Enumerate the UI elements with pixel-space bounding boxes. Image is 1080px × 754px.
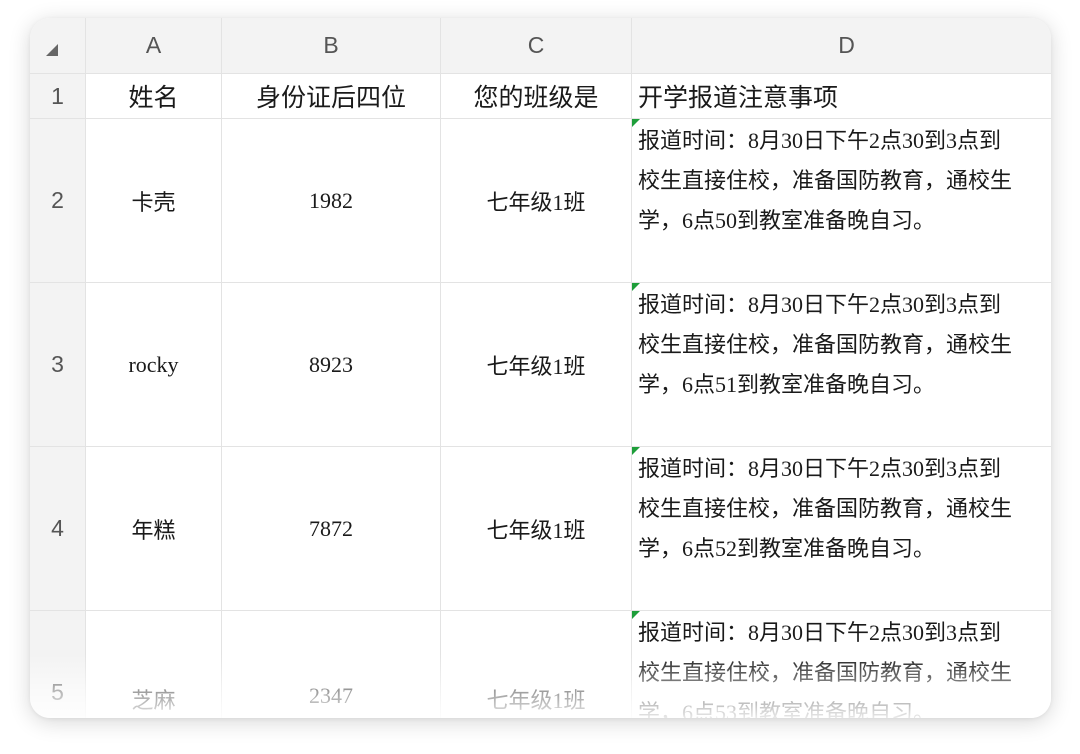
comment-flag-icon — [632, 611, 640, 619]
row-header-1[interactable]: 1 — [30, 74, 86, 119]
select-all-corner[interactable] — [30, 18, 86, 74]
cell-d5-notes[interactable]: 报道时间：8月30日下午2点30到3点到 校生直接住校，准备国防教育，通校生 学… — [632, 611, 1051, 718]
notes-line: 报道时间：8月30日下午2点30到3点到 — [638, 456, 1002, 481]
comment-flag-icon — [632, 119, 640, 127]
cell-b3-id[interactable]: 8923 — [222, 283, 441, 447]
row-header-3[interactable]: 3 — [30, 283, 86, 447]
notes-line: 校生直接住校，准备国防教育，通校生 — [638, 168, 1013, 193]
cell-c4-class[interactable]: 七年级1班 — [441, 447, 632, 611]
cell-a3-name[interactable]: rocky — [86, 283, 222, 447]
select-all-triangle-icon — [46, 44, 58, 56]
notes-line: 学，6点53到教室准备晚自习。 — [638, 700, 936, 718]
cell-b5-id[interactable]: 2347 — [222, 611, 441, 718]
notes-line: 报道时间：8月30日下午2点30到3点到 — [638, 292, 1002, 317]
column-header-a[interactable]: A — [86, 18, 222, 74]
cell-b2-id[interactable]: 1982 — [222, 119, 441, 283]
comment-flag-icon — [632, 283, 640, 291]
column-header-d[interactable]: D — [632, 18, 1051, 74]
notes-line: 报道时间：8月30日下午2点30到3点到 — [638, 128, 1002, 153]
cell-d4-notes[interactable]: 报道时间：8月30日下午2点30到3点到 校生直接住校，准备国防教育，通校生 学… — [632, 447, 1051, 611]
cell-a2-name[interactable]: 卡壳 — [86, 119, 222, 283]
notes-text: 报道时间：8月30日下午2点30到3点到 校生直接住校，准备国防教育，通校生 学… — [632, 283, 1051, 405]
notes-line: 校生直接住校，准备国防教育，通校生 — [638, 496, 1013, 521]
spreadsheet-grid: A B C D 1 姓名 身份证后四位 您的班级是 开学报道注意事项 2 卡壳 … — [30, 18, 1051, 718]
notes-line: 报道时间：8月30日下午2点30到3点到 — [638, 620, 1002, 645]
notes-text: 报道时间：8月30日下午2点30到3点到 校生直接住校，准备国防教育，通校生 学… — [632, 447, 1051, 569]
notes-line: 学，6点50到教室准备晚自习。 — [638, 208, 936, 233]
cell-c5-class[interactable]: 七年级1班 — [441, 611, 632, 718]
cell-b1-id-header[interactable]: 身份证后四位 — [222, 74, 441, 119]
notes-text: 报道时间：8月30日下午2点30到3点到 校生直接住校，准备国防教育，通校生 学… — [632, 119, 1051, 241]
notes-line: 校生直接住校，准备国防教育，通校生 — [638, 660, 1013, 685]
notes-line: 校生直接住校，准备国防教育，通校生 — [638, 332, 1013, 357]
cell-a5-name[interactable]: 芝麻 — [86, 611, 222, 718]
cell-d1-notes-header[interactable]: 开学报道注意事项 — [632, 74, 1051, 119]
cell-a1-name-header[interactable]: 姓名 — [86, 74, 222, 119]
cell-b4-id[interactable]: 7872 — [222, 447, 441, 611]
cell-c2-class[interactable]: 七年级1班 — [441, 119, 632, 283]
notes-line: 学，6点51到教室准备晚自习。 — [638, 372, 936, 397]
cell-c3-class[interactable]: 七年级1班 — [441, 283, 632, 447]
column-header-b[interactable]: B — [222, 18, 441, 74]
cell-c1-class-header[interactable]: 您的班级是 — [441, 74, 632, 119]
notes-line: 学，6点52到教室准备晚自习。 — [638, 536, 936, 561]
row-header-4[interactable]: 4 — [30, 447, 86, 611]
cell-d2-notes[interactable]: 报道时间：8月30日下午2点30到3点到 校生直接住校，准备国防教育，通校生 学… — [632, 119, 1051, 283]
column-header-c[interactable]: C — [441, 18, 632, 74]
spreadsheet-card: A B C D 1 姓名 身份证后四位 您的班级是 开学报道注意事项 2 卡壳 … — [30, 18, 1051, 718]
row-header-5[interactable]: 5 — [30, 611, 86, 718]
cell-a4-name[interactable]: 年糕 — [86, 447, 222, 611]
notes-text: 报道时间：8月30日下午2点30到3点到 校生直接住校，准备国防教育，通校生 学… — [632, 611, 1051, 718]
comment-flag-icon — [632, 447, 640, 455]
cell-d3-notes[interactable]: 报道时间：8月30日下午2点30到3点到 校生直接住校，准备国防教育，通校生 学… — [632, 283, 1051, 447]
row-header-2[interactable]: 2 — [30, 119, 86, 283]
